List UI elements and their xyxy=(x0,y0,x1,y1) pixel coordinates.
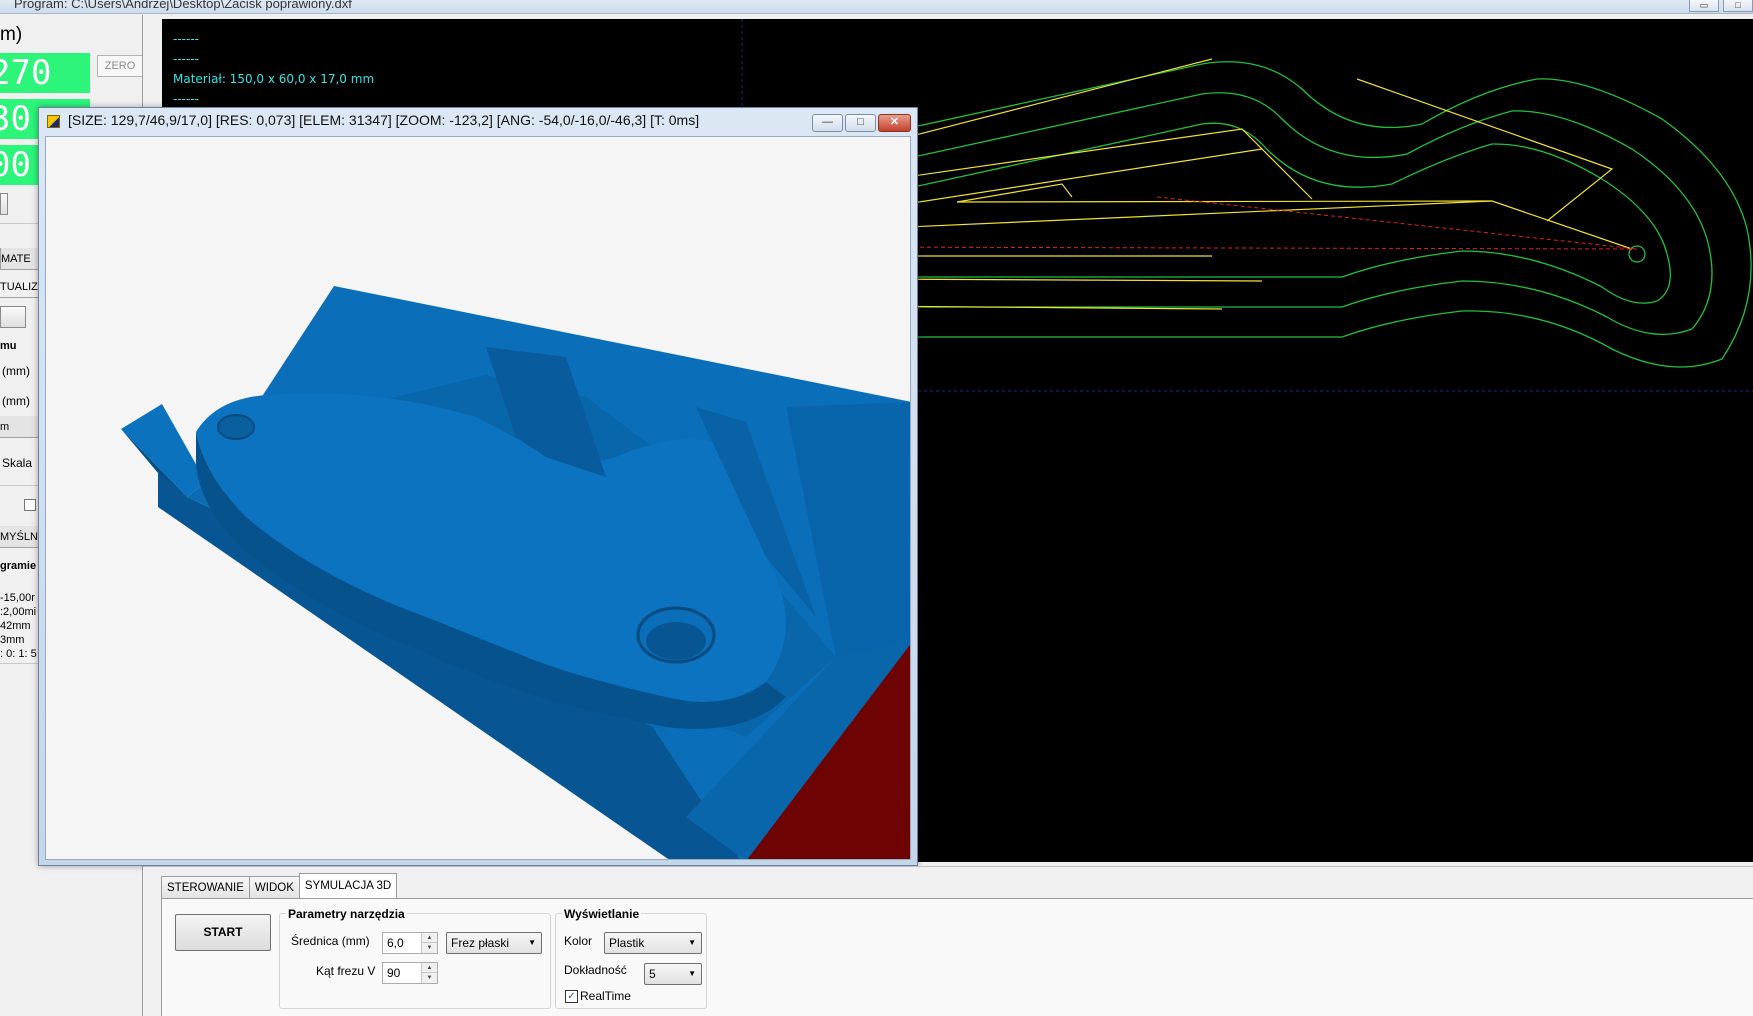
rapid-move xyxy=(821,246,1638,250)
app-root: Program: C:\Users\Andrzej\Desktop\Zacisk… xyxy=(0,0,1753,1016)
offset-contour-3 xyxy=(821,122,1671,304)
coord-x-display: 270 xyxy=(0,53,90,93)
info-line: 3mm xyxy=(0,634,25,646)
color-label: Kolor xyxy=(564,934,593,948)
accuracy-label: Dokładność xyxy=(564,963,627,977)
sim-close-button[interactable]: ✕ xyxy=(878,114,911,132)
spin-up-icon[interactable]: ▲ xyxy=(422,963,437,973)
tool-params-group xyxy=(279,913,551,1009)
tab-symulacja-3d[interactable]: SYMULACJA 3D xyxy=(298,873,398,898)
display-title: Wyświetlanie xyxy=(562,907,642,921)
cad-rapid-moves xyxy=(821,196,1638,307)
v-angle-spin-arrows[interactable]: ▲ ▼ xyxy=(421,963,437,983)
diameter-value: 6,0 xyxy=(387,936,404,950)
diameter-spinbox[interactable]: 6,0 ▲ ▼ xyxy=(382,932,438,954)
mm-label-2: (mm) xyxy=(2,394,30,408)
main-titlebar: Program: C:\Users\Andrzej\Desktop\Zacisk… xyxy=(0,0,1753,14)
skala-label: Skala xyxy=(2,456,33,470)
sim-titlebar[interactable]: [SIZE: 129,7/46,9/17,0] [RES: 0,073] [EL… xyxy=(39,108,917,135)
toolpath-segment xyxy=(861,200,1493,230)
program-info: -15,00r :2,00mi 42mm 3mm : 0: 1: 5 xyxy=(0,591,37,661)
chevron-down-icon: ▼ xyxy=(528,938,536,947)
sim-minimize-button[interactable]: — xyxy=(812,114,843,132)
offset-contour-2 xyxy=(821,92,1713,335)
toolpath-segment xyxy=(1491,200,1633,250)
sim-window-controls: — □ ✕ xyxy=(810,114,911,132)
left-small-button[interactable] xyxy=(0,193,8,215)
tab-widok[interactable]: WIDOK xyxy=(248,876,300,898)
left-action-button[interactable] xyxy=(0,306,26,328)
v-angle-value: 90 xyxy=(387,966,401,980)
app-logo-icon xyxy=(47,115,60,128)
color-select[interactable]: Plastik ▼ xyxy=(604,932,702,954)
color-value: Plastik xyxy=(609,936,645,950)
accuracy-select[interactable]: 5 ▼ xyxy=(644,963,702,985)
main-window-controls: ▭ □ xyxy=(1685,0,1753,14)
info-line: 42mm xyxy=(0,620,31,632)
main-window-title: Program: C:\Users\Andrzej\Desktop\Zacisk… xyxy=(14,0,352,11)
simulation-3d-window[interactable]: [SIZE: 129,7/46,9/17,0] [RES: 0,073] [EL… xyxy=(38,107,918,866)
realtime-checkbox[interactable]: ✓ xyxy=(565,990,578,1003)
sim-maximize-button[interactable]: □ xyxy=(845,114,876,132)
tool-params-title: Parametry narzędzia xyxy=(286,907,407,921)
info-line: :2,00mi xyxy=(0,606,37,618)
domyslne-button[interactable]: MYŚLN xyxy=(0,526,40,548)
left-separator-2 xyxy=(0,485,40,486)
cad-toolpath xyxy=(821,58,1633,310)
bottom-tabs: STEROWANIE WIDOK SYMULACJA 3D xyxy=(161,873,398,898)
main-restore-button[interactable]: □ xyxy=(1723,0,1753,12)
toolpath-segment xyxy=(1356,78,1614,222)
toolpath-segment xyxy=(861,278,1263,282)
pivot-hole-small xyxy=(217,414,255,440)
cad-offset-contours xyxy=(821,61,1752,368)
diameter-spin-arrows[interactable]: ▲ ▼ xyxy=(421,933,437,953)
start-button[interactable]: START xyxy=(175,914,271,951)
info-line: -15,00r xyxy=(0,592,35,604)
main-minimize-button[interactable]: ▭ xyxy=(1689,0,1719,12)
left-separator-3 xyxy=(0,663,40,664)
sim-window-title: [SIZE: 129,7/46,9/17,0] [RES: 0,073] [EL… xyxy=(68,112,700,128)
program-label: gramie xyxy=(0,560,37,572)
unit-label: m) xyxy=(0,24,23,45)
accuracy-value: 5 xyxy=(649,967,656,981)
tab-material[interactable]: MATE xyxy=(0,248,40,270)
chevron-down-icon: ▼ xyxy=(688,969,696,978)
toolpath-segment xyxy=(956,200,1493,203)
left-checkbox[interactable] xyxy=(24,499,36,511)
sim-3d-viewport[interactable] xyxy=(45,136,911,860)
diameter-label: Średnica (mm) xyxy=(291,934,370,948)
tool-type-value: Frez płaski xyxy=(451,936,510,950)
sim-3d-render xyxy=(121,286,910,859)
v-angle-label: Kąt frezu V xyxy=(316,964,376,978)
realtime-label: RealTime xyxy=(580,989,631,1003)
mm-label-1: (mm) xyxy=(2,364,30,378)
section-label: mu xyxy=(0,340,17,352)
spin-up-icon[interactable]: ▲ xyxy=(422,933,437,943)
pivot-hole-inner xyxy=(646,622,706,660)
spin-down-icon[interactable]: ▼ xyxy=(422,973,437,983)
zero-button[interactable]: ZERO xyxy=(97,55,143,77)
v-angle-spinbox[interactable]: 90 ▲ ▼ xyxy=(382,962,438,984)
info-line: : 0: 1: 5 xyxy=(0,648,37,660)
spin-down-icon[interactable]: ▼ xyxy=(422,943,437,953)
left-m-tab[interactable]: m xyxy=(0,416,40,438)
aktualizuj-label[interactable]: TUALIZ xyxy=(0,276,40,298)
tab-sterowanie[interactable]: STEROWANIE xyxy=(161,876,250,898)
tool-type-select[interactable]: Frez płaski ▼ xyxy=(446,932,542,954)
chevron-down-icon: ▼ xyxy=(688,938,696,947)
offset-contour-outer xyxy=(821,61,1752,368)
